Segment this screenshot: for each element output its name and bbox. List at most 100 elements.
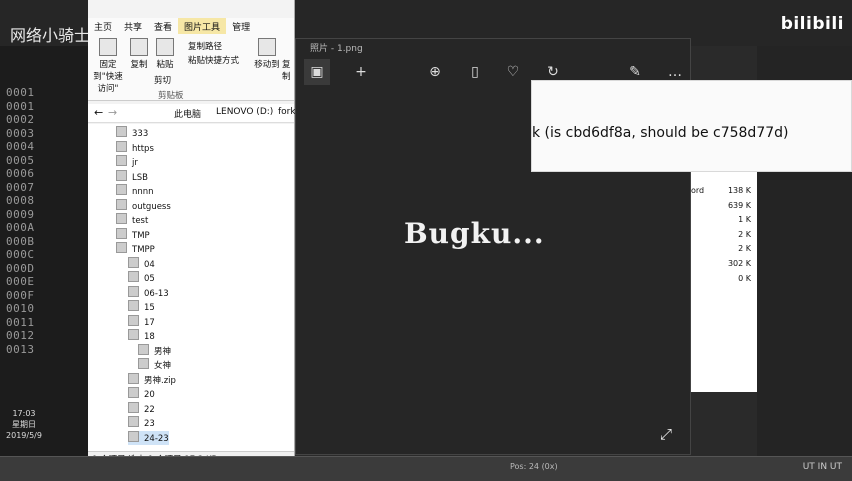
- hex-row: 0010: [6, 302, 35, 315]
- copy-button[interactable]: 复制: [128, 38, 150, 70]
- tree-item[interactable]: TMP: [116, 227, 150, 242]
- hex-row: 000B: [6, 234, 35, 248]
- tree-item[interactable]: test: [116, 213, 148, 227]
- tree-item[interactable]: 04: [128, 256, 155, 271]
- tab-home[interactable]: 主页: [88, 18, 118, 35]
- folder-icon: [128, 387, 139, 398]
- tree-item[interactable]: TMPP: [116, 242, 155, 256]
- folder-icon: [116, 242, 127, 253]
- hex-row: 000C: [6, 248, 35, 261]
- tab-view[interactable]: 查看: [148, 18, 178, 35]
- tree-item-label: 333: [132, 129, 149, 139]
- tree-item[interactable]: 17: [128, 314, 155, 329]
- folder-icon: [128, 271, 139, 282]
- tree-item[interactable]: 05: [128, 271, 155, 285]
- paste-shortcut-button[interactable]: 粘贴快捷方式: [188, 54, 239, 66]
- back-arrow-icon[interactable]: ←: [94, 106, 103, 119]
- folder-icon: [116, 213, 127, 224]
- bilibili-logo: bilibili: [780, 14, 844, 34]
- tree-item-label: 18: [144, 332, 155, 342]
- hex-row: 000D: [6, 261, 35, 275]
- ribbon: 固定到"快速访问" 复制 粘贴 剪切 复制路径 粘贴快捷方式 剪贴板 移动到 复…: [88, 34, 294, 101]
- tree-item-label: 15: [144, 303, 155, 313]
- tab-manage[interactable]: 管理: [226, 18, 256, 35]
- tree-item[interactable]: https: [116, 140, 154, 155]
- delete-icon[interactable]: ▯: [462, 59, 488, 85]
- folder-icon: [138, 358, 149, 369]
- folder-icon: [116, 169, 127, 181]
- tree-item[interactable]: 男神: [138, 343, 171, 358]
- file-size-cell: 1 K: [738, 215, 751, 225]
- folder-icon: [128, 329, 139, 340]
- tree-item[interactable]: jr: [116, 155, 138, 169]
- hex-row: 0011: [6, 315, 35, 329]
- hex-row: 000F: [6, 288, 35, 302]
- copy-path-button[interactable]: 复制路径: [188, 40, 222, 52]
- fullscreen-expand-icon[interactable]: ⤢: [660, 425, 672, 443]
- file-size-cell: 0 K: [738, 273, 751, 283]
- move-to-button[interactable]: 移动到: [254, 38, 280, 70]
- tree-item[interactable]: 女神: [138, 358, 171, 372]
- tree-item[interactable]: 15: [128, 300, 155, 314]
- breadcrumb-drive[interactable]: LENOVO (D:): [216, 107, 273, 117]
- tree-item-label: 20: [144, 390, 155, 400]
- tab-picture-tools[interactable]: 图片工具: [178, 18, 227, 35]
- tree-item[interactable]: 男神.zip: [128, 372, 176, 387]
- hex-row: 0006: [6, 167, 35, 180]
- image-icon[interactable]: ▣: [304, 59, 330, 85]
- tree-item-label: 男神.zip: [144, 375, 176, 386]
- folder-icon: [128, 401, 139, 413]
- copy-icon: [130, 38, 148, 56]
- tree-item-label: 06-13: [144, 288, 169, 299]
- hex-row: 0012: [6, 329, 35, 342]
- folder-icon: [116, 184, 127, 195]
- image-content-text: Bugku...: [404, 217, 545, 250]
- file-size-cell: 302 K: [727, 259, 751, 268]
- tree-item-label: https: [132, 143, 154, 154]
- plus-icon[interactable]: +: [348, 59, 374, 85]
- tree-item[interactable]: outguess: [116, 198, 171, 213]
- tree-item-label: 05: [144, 274, 155, 284]
- file-size-cell: 2 K: [738, 229, 751, 239]
- hex-row: 000A: [6, 221, 35, 234]
- clock: 17:03 星期日 2019/5/9: [4, 408, 44, 441]
- tree-item[interactable]: 20: [128, 387, 155, 401]
- folder-icon: [116, 155, 127, 166]
- tree-item-label: 24-23: [144, 433, 169, 444]
- tab-share[interactable]: 共享: [118, 18, 148, 35]
- cut-button[interactable]: 剪切: [154, 74, 184, 86]
- tree-item[interactable]: 18: [128, 329, 155, 343]
- clock-date: 2019/5/9: [6, 431, 42, 440]
- heart-icon[interactable]: ♡: [500, 59, 526, 85]
- tree-item-label: 女神: [154, 361, 172, 371]
- hex-row: 0007: [6, 180, 35, 194]
- pin-quick-access-button[interactable]: 固定到"快速访问": [90, 38, 126, 94]
- hex-row: 0004: [6, 140, 35, 153]
- tree-item[interactable]: 22: [128, 401, 155, 416]
- tree-item[interactable]: LSB: [116, 169, 148, 184]
- tree-item-label: nnnn: [132, 187, 154, 197]
- tree-item[interactable]: 06-13: [128, 285, 169, 300]
- forward-arrow-icon[interactable]: →: [108, 106, 117, 119]
- tree-item[interactable]: 24-23: [128, 430, 169, 445]
- breadcrumb-folder[interactable]: fork: [278, 107, 296, 117]
- zoom-icon[interactable]: ⊕: [422, 59, 448, 85]
- copy-to-button[interactable]: 复制: [282, 58, 294, 82]
- folder-icon: [116, 227, 127, 239]
- folder-icon: [116, 126, 127, 137]
- tree-item-label: LSB: [132, 172, 148, 183]
- folder-icon: [138, 343, 149, 355]
- clipboard-group-label: 剪贴板: [158, 91, 184, 101]
- tree-item[interactable]: nnnn: [116, 184, 154, 198]
- folder-icon: [116, 140, 127, 152]
- tree-item[interactable]: 23: [128, 416, 155, 430]
- tree-item[interactable]: 333: [116, 126, 148, 140]
- address-bar[interactable]: ← → 此电脑 LENOVO (D:) fork: [88, 104, 296, 123]
- paste-button[interactable]: 粘贴: [154, 38, 176, 70]
- folder-icon: [128, 372, 139, 384]
- folder-icon: [128, 430, 139, 442]
- breadcrumb-this-pc[interactable]: 此电脑: [174, 107, 201, 120]
- hex-row: 0001: [6, 99, 35, 113]
- tree-item-label: 22: [144, 404, 155, 415]
- folder-icon: [128, 285, 139, 297]
